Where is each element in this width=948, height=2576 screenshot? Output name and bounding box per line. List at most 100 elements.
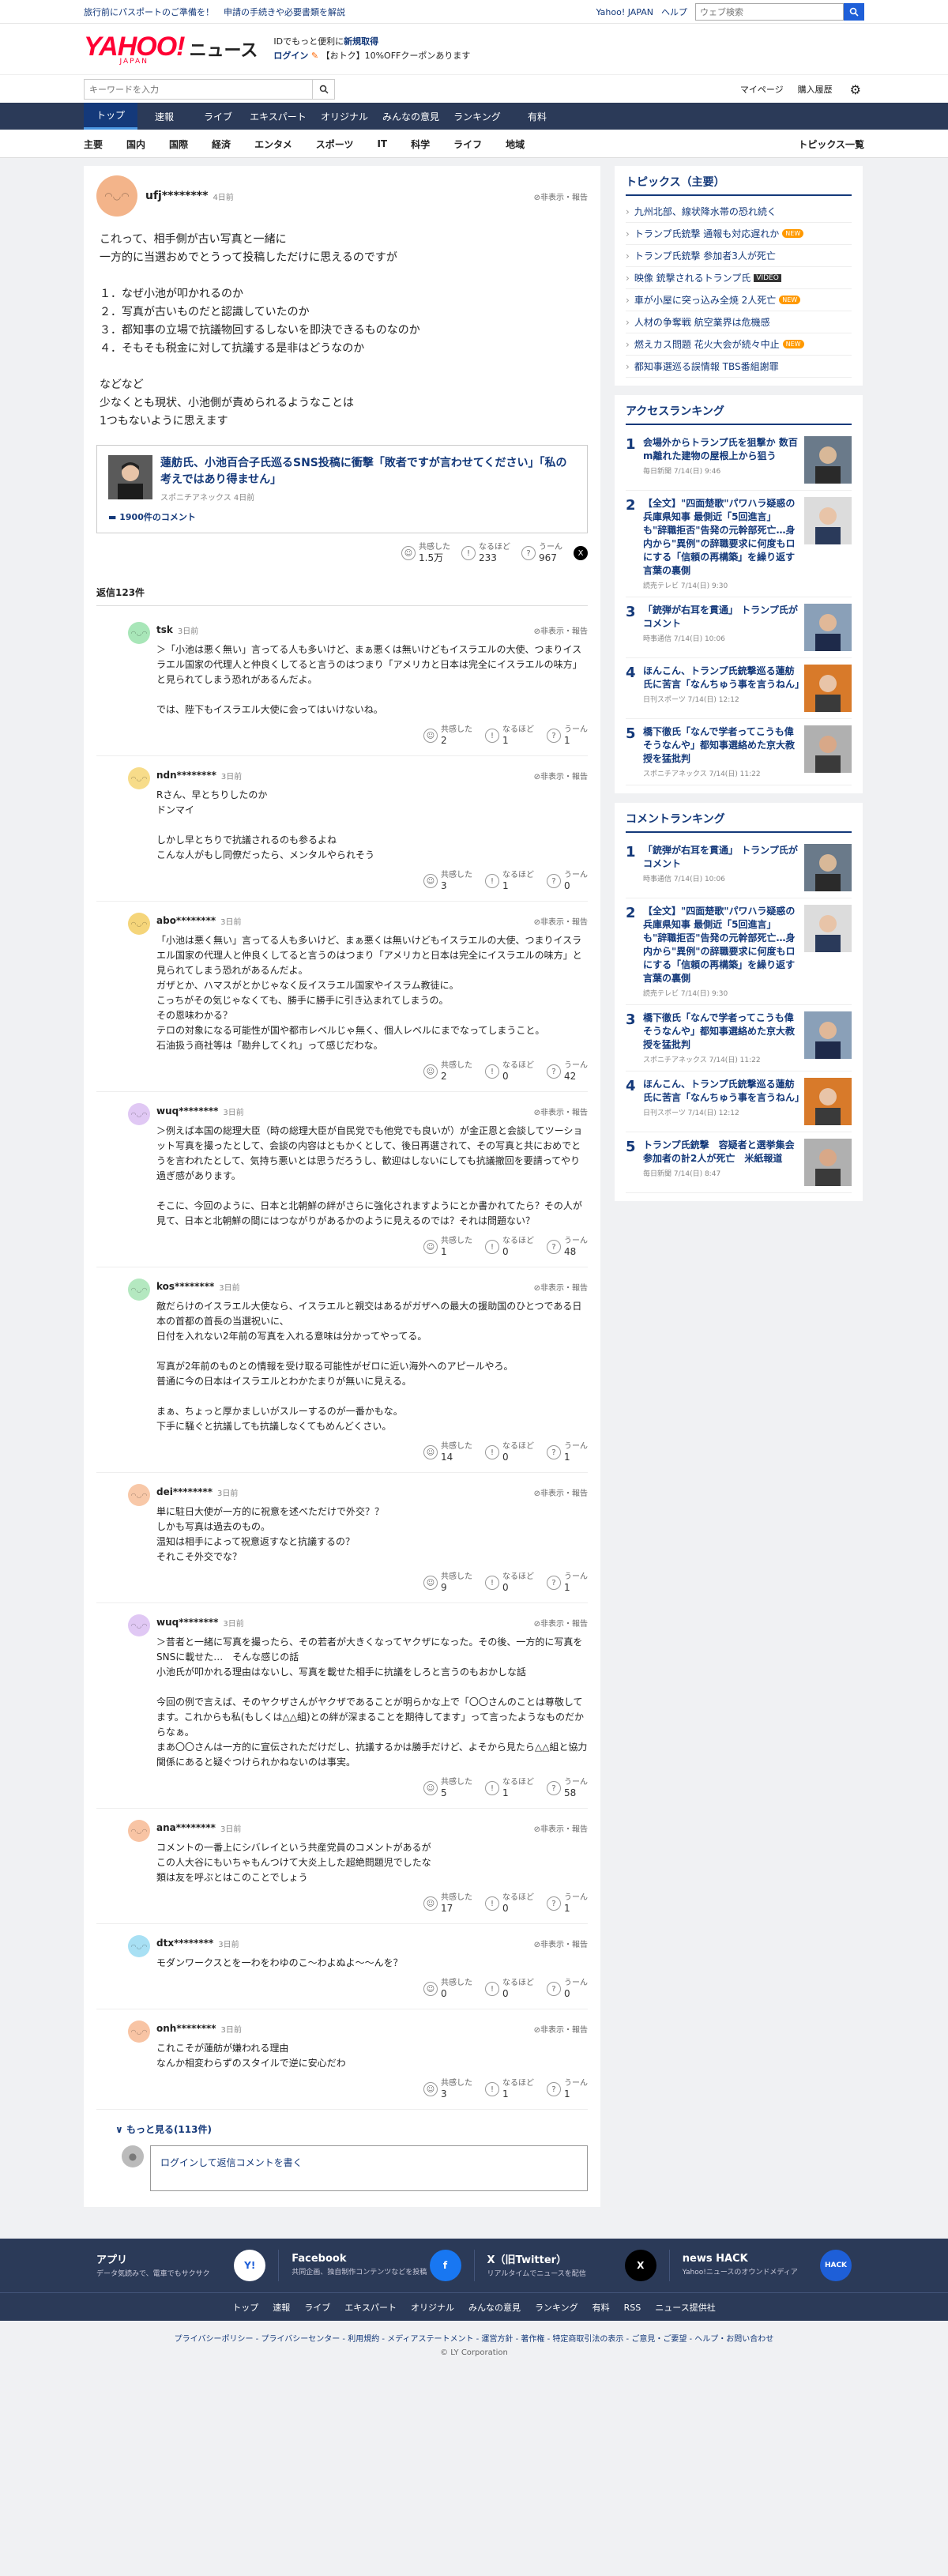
footer-nav-link[interactable]: ライブ xyxy=(304,2301,330,2314)
empathize-button[interactable]: ☺ 共感した 2 xyxy=(423,725,472,746)
ranking-item[interactable]: 4 ほんこん、トランプ氏銃撃巡る蓮舫氏に苦言「なんちゅう事を言うねん」 日刊スポーツ… xyxy=(626,1071,852,1132)
hmm-button[interactable]: ? うーん 1 xyxy=(547,1442,588,1463)
gear-icon[interactable]: ⚙ xyxy=(847,82,864,97)
article-card[interactable]: 蓮舫氏、小池百合子氏巡るSNS投稿に衝撃「敗者ですが言わせてください」「私の考え… xyxy=(96,445,588,533)
gnav-paid[interactable]: 有料 xyxy=(510,103,564,130)
report-link[interactable]: ⊘非表示・報告 xyxy=(534,624,588,636)
ranking-item[interactable]: 3 「銃弾が右耳を貫通」 トランプ氏がコメント 時事通信 7/14(日) 10:06 xyxy=(626,597,852,658)
agree-button[interactable]: ! なるほど 233 xyxy=(461,543,510,563)
ranking-item[interactable]: 5 トランプ氏銃撃 容疑者と選挙集会参加者の計2人が死亡 米紙報道 毎日新聞 7/1… xyxy=(626,1132,852,1193)
reply-user[interactable]: onh******** xyxy=(156,2023,216,2034)
footer-nav-link[interactable]: RSS xyxy=(624,2303,641,2313)
empathize-button[interactable]: ☺ 共感した 0 xyxy=(423,1979,472,1999)
ranking-item[interactable]: 4 ほんこん、トランプ氏銃撃巡る蓮舫氏に苦言「なんちゅう事を言うねん」 日刊スポーツ… xyxy=(626,658,852,719)
news-logo[interactable]: ニュース xyxy=(189,36,258,62)
agree-button[interactable]: ! なるほど 1 xyxy=(485,725,534,746)
reply-user[interactable]: tsk xyxy=(156,624,173,635)
footer-nav-link[interactable]: ニュース提供社 xyxy=(655,2301,715,2314)
news-search-input[interactable] xyxy=(85,80,312,99)
agree-button[interactable]: ! なるほど 1 xyxy=(485,871,534,891)
news-search-button[interactable] xyxy=(312,80,334,99)
comment-user[interactable]: ufj******** xyxy=(145,190,208,202)
empathize-button[interactable]: ☺ 共感した 14 xyxy=(423,1442,472,1463)
report-link[interactable]: ⊘非表示・報告 xyxy=(534,1281,588,1293)
footer-nav-link[interactable]: 速報 xyxy=(273,2301,290,2314)
article-comment-count[interactable]: ▬ 1900件のコメント xyxy=(108,510,576,523)
footer-app[interactable]: アプリ データ気読みで、電車でもサクサク Y! xyxy=(84,2250,280,2281)
gnav-live[interactable]: ライブ xyxy=(191,103,245,130)
cat-it[interactable]: IT xyxy=(377,138,387,149)
cat-sports[interactable]: スポーツ xyxy=(316,137,354,151)
gnav-expert[interactable]: エキスパート xyxy=(245,103,311,130)
hmm-button[interactable]: ? うーん 1 xyxy=(547,725,588,746)
reply-user[interactable]: dei******** xyxy=(156,1486,213,1497)
ranking-item[interactable]: 1 会場外からトランプ氏を狙撃か 数百m離れた建物の屋根上から狙う 毎日新聞 7/1… xyxy=(626,430,852,491)
reply-input[interactable]: ログインして返信コメントを書く xyxy=(150,2145,588,2191)
report-link[interactable]: ⊘非表示・報告 xyxy=(534,770,588,781)
hmm-button[interactable]: ? うーん 0 xyxy=(547,1979,588,1999)
web-search-input[interactable] xyxy=(695,3,844,21)
agree-button[interactable]: ! なるほど 0 xyxy=(485,1442,534,1463)
report-link[interactable]: ⊘非表示・報告 xyxy=(534,1105,588,1117)
hmm-button[interactable]: ? うーん 1 xyxy=(547,1893,588,1914)
topics-list-link[interactable]: トピックス一覧 xyxy=(798,137,864,151)
ranking-item[interactable]: 2 【全文】"四面楚歌"パワハラ疑惑の兵庫県知事 最側近「5回進言」も"辞職拒否"… xyxy=(626,491,852,597)
passport-link[interactable]: 旅行前にパスポートのご準備を！ xyxy=(84,6,214,18)
purchase-history-link[interactable]: 購入履歴 xyxy=(798,83,833,96)
report-link[interactable]: ⊘非表示・報告 xyxy=(534,1617,588,1629)
hmm-button[interactable]: ? うーん 1 xyxy=(547,2079,588,2100)
report-link[interactable]: ⊘非表示・報告 xyxy=(534,1938,588,1949)
topic-item[interactable]: 九州北部、線状降水帯の恐れ続く xyxy=(626,201,852,223)
empathize-button[interactable]: ☺ 共感した 1.5万 xyxy=(401,543,450,563)
topic-item[interactable]: 映像 銃撃されるトランプ氏VIDEO xyxy=(626,267,852,289)
topic-item[interactable]: 人材の争奪戦 航空業界は危機感 xyxy=(626,311,852,333)
gnav-original[interactable]: オリジナル xyxy=(311,103,378,130)
topic-item[interactable]: 都知事選巡る誤情報 TBS番組謝罪 xyxy=(626,356,852,378)
agree-button[interactable]: ! なるほど 0 xyxy=(485,1061,534,1082)
help-link[interactable]: ヘルプ xyxy=(661,6,687,18)
footer-app[interactable]: Facebook 共同企画、独自制作コンテンツなどを投稿 f xyxy=(279,2250,475,2281)
footer-nav-link[interactable]: ランキング xyxy=(535,2301,578,2314)
footer-nav-link[interactable]: オリジナル xyxy=(411,2301,454,2314)
cat-entertainment[interactable]: エンタメ xyxy=(254,137,292,151)
topic-item[interactable]: トランプ氏銃撃 参加者3人が死亡 xyxy=(626,245,852,267)
cat-science[interactable]: 科学 xyxy=(411,137,430,151)
agree-button[interactable]: ! なるほど 1 xyxy=(485,1778,534,1798)
empathize-button[interactable]: ☺ 共感した 3 xyxy=(423,2079,472,2100)
ranking-item[interactable]: 5 橋下徹氏「なんで学者ってこうも偉そうなんや」都知事選絡めた京大教授を猛批判 スポ… xyxy=(626,719,852,785)
cat-main[interactable]: 主要 xyxy=(84,137,103,151)
report-link[interactable]: ⊘非表示・報告 xyxy=(534,1486,588,1498)
empathize-button[interactable]: ☺ 共感した 9 xyxy=(423,1572,472,1593)
gnav-opinion[interactable]: みんなの意見 xyxy=(378,103,444,130)
application-link[interactable]: 申請の手続きや必要書類を解説 xyxy=(224,6,345,18)
report-link[interactable]: ⊘非表示・報告 xyxy=(534,190,588,202)
empathize-button[interactable]: ☺ 共感した 1 xyxy=(423,1237,472,1257)
reply-user[interactable]: dtx******** xyxy=(156,1938,213,1949)
hmm-button[interactable]: ? うーん 42 xyxy=(547,1061,588,1082)
mypage-link[interactable]: マイページ xyxy=(740,83,784,96)
reply-user[interactable]: kos******** xyxy=(156,1281,214,1292)
ranking-item[interactable]: 1 「銃弾が右耳を貫通」 トランプ氏がコメント 時事通信 7/14(日) 10:06 xyxy=(626,838,852,898)
cat-region[interactable]: 地域 xyxy=(506,137,525,151)
agree-button[interactable]: ! なるほど 0 xyxy=(485,1979,534,1999)
cat-economy[interactable]: 経済 xyxy=(212,137,231,151)
topic-item[interactable]: トランプ氏銃撃 通報も対応遅れかNEW xyxy=(626,223,852,245)
hmm-button[interactable]: ? うーん 58 xyxy=(547,1778,588,1798)
hmm-button[interactable]: ? うーん 967 xyxy=(521,543,562,563)
cat-domestic[interactable]: 国内 xyxy=(126,137,145,151)
reply-user[interactable]: ana******** xyxy=(156,1822,216,1833)
reply-user[interactable]: wuq******** xyxy=(156,1617,218,1628)
topic-item[interactable]: 燃えカス問題 花火大会が続々中止NEW xyxy=(626,333,852,356)
hmm-button[interactable]: ? うーん 0 xyxy=(547,871,588,891)
footer-nav-link[interactable]: みんなの意見 xyxy=(468,2301,521,2314)
footer-app[interactable]: news HACK Yahoo!ニュースのオウンドメディア HACK xyxy=(670,2250,864,2281)
footer-nav-link[interactable]: エキスパート xyxy=(344,2301,397,2314)
hmm-button[interactable]: ? うーん 48 xyxy=(547,1237,588,1257)
reply-user[interactable]: ndn******** xyxy=(156,770,216,781)
agree-button[interactable]: ! なるほど 0 xyxy=(485,1893,534,1914)
web-search-button[interactable] xyxy=(844,3,864,21)
reply-user[interactable]: wuq******** xyxy=(156,1105,218,1117)
x-share-icon[interactable]: X xyxy=(574,546,588,560)
ranking-item[interactable]: 2 【全文】"四面楚歌"パワハラ疑惑の兵庫県知事 最側近「5回進言」も"辞職拒否"… xyxy=(626,898,852,1005)
yahoo-japan-link[interactable]: Yahoo! JAPAN xyxy=(596,7,653,17)
